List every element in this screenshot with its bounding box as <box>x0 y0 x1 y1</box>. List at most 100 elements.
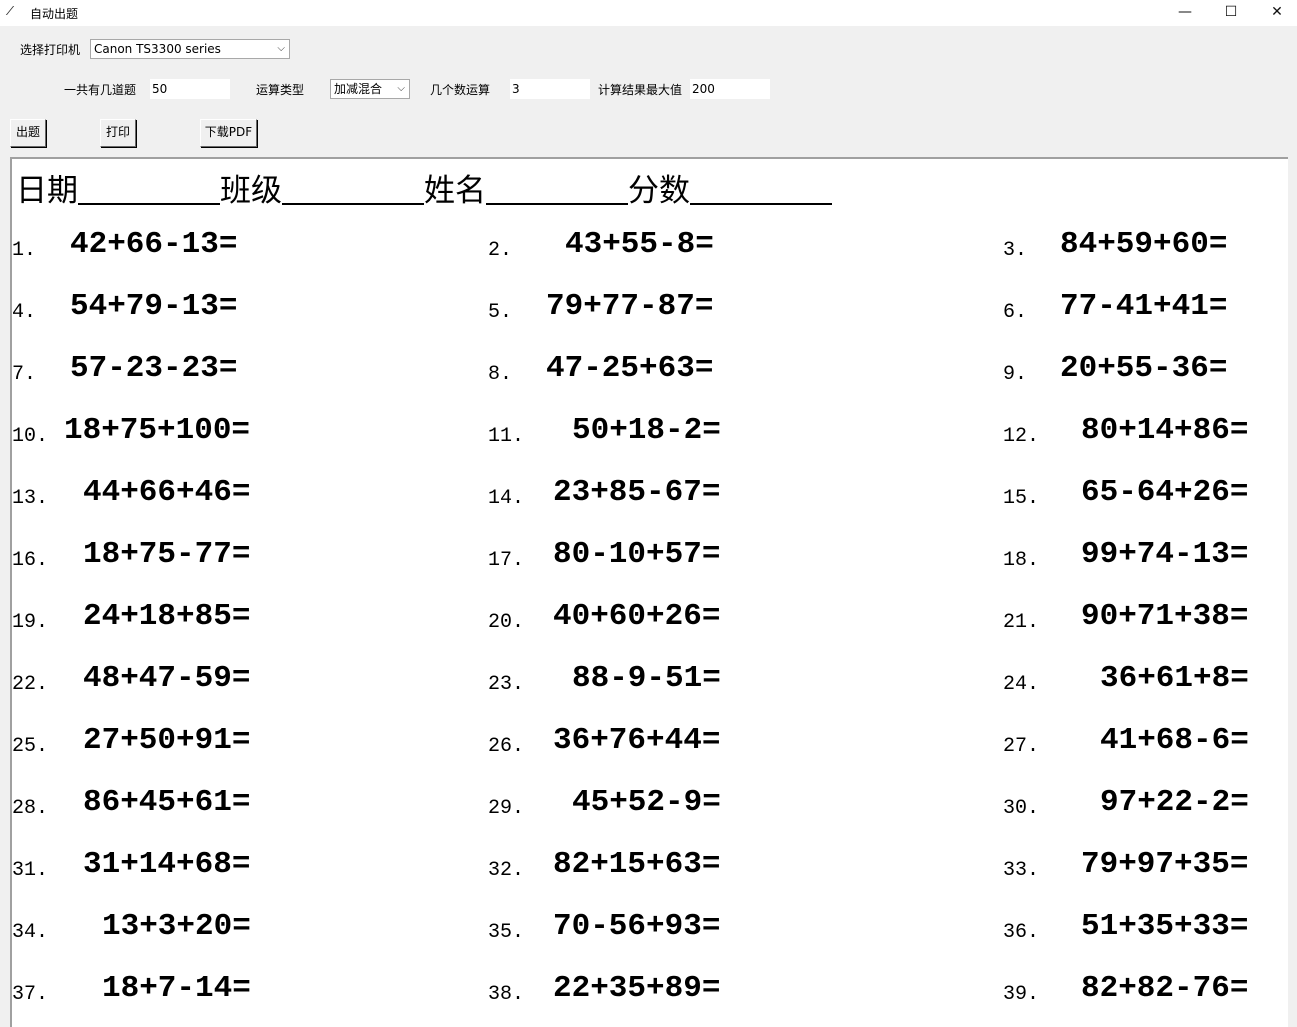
window-title: 自动出题 <box>30 7 79 21</box>
max-input[interactable]: 200 <box>690 79 770 99</box>
question-number: 39. <box>1003 983 1040 1006</box>
question-number: 28. <box>12 797 49 820</box>
question-expression: 18+75-77= <box>83 537 251 572</box>
question-expression: 99+74-13= <box>1081 537 1249 572</box>
question-number: 36. <box>1003 921 1040 944</box>
chevron-down-icon: ⌵ <box>277 43 285 54</box>
count-label: 一共有几道题 <box>64 83 137 97</box>
title-bar: ⁄ 自动出题 — ☐ ✕ <box>0 0 1297 26</box>
date-label: 日期 <box>16 173 78 209</box>
question-number: 12. <box>1003 425 1040 448</box>
question-number: 34. <box>12 921 49 944</box>
type-label: 运算类型 <box>256 83 305 97</box>
maximize-button[interactable]: ☐ <box>1208 0 1254 26</box>
question-expression: 51+35+33= <box>1081 909 1249 944</box>
question-number: 11. <box>488 425 525 448</box>
question-expression: 86+45+61= <box>83 785 251 820</box>
question-expression: 79+77-87= <box>546 289 714 324</box>
question-expression: 50+18-2= <box>572 413 721 448</box>
max-label: 计算结果最大值 <box>598 83 683 97</box>
question-number: 23. <box>488 673 525 696</box>
date-blank <box>78 173 220 205</box>
operands-label: 几个数运算 <box>430 83 491 97</box>
type-select[interactable]: 加减混合 ⌵ <box>330 79 410 99</box>
question-number: 16. <box>12 549 49 572</box>
question-number: 29. <box>488 797 525 820</box>
question-expression: 36+76+44= <box>553 723 721 758</box>
name-blank <box>486 173 628 205</box>
question-number: 24. <box>1003 673 1040 696</box>
score-label: 分数 <box>628 173 690 209</box>
question-expression: 18+7-14= <box>102 971 251 1006</box>
question-number: 30. <box>1003 797 1040 820</box>
question-number: 22. <box>12 673 49 696</box>
question-number: 4. <box>12 301 37 324</box>
question-number: 20. <box>488 611 525 634</box>
question-number: 1. <box>12 239 37 262</box>
worksheet-canvas: 日期 班级 姓名 分数 1. 42+66-13= 2. 43+55-8= 3. 84+59+60… <box>10 157 1288 1027</box>
question-expression: 82+82-76= <box>1081 971 1249 1006</box>
question-expression: 45+52-9= <box>572 785 721 820</box>
chevron-down-icon: ⌵ <box>397 83 405 94</box>
question-expression: 54+79-13= <box>70 289 238 324</box>
question-number: 13. <box>12 487 49 510</box>
question-number: 10. <box>12 425 49 448</box>
class-label: 班级 <box>220 173 282 209</box>
question-number: 8. <box>488 363 513 386</box>
question-number: 21. <box>1003 611 1040 634</box>
question-number: 37. <box>12 983 49 1006</box>
question-expression: 18+75+100= <box>64 413 251 448</box>
question-expression: 88-9-51= <box>572 661 721 696</box>
question-expression: 41+68-6= <box>1100 723 1249 758</box>
question-expression: 44+66+46= <box>83 475 251 510</box>
question-expression: 97+22-2= <box>1100 785 1249 820</box>
close-button[interactable]: ✕ <box>1254 0 1297 26</box>
question-expression: 20+55-36= <box>1060 351 1228 386</box>
question-expression: 40+60+26= <box>553 599 721 634</box>
question-expression: 57-23-23= <box>70 351 238 386</box>
question-expression: 79+97+35= <box>1081 847 1249 882</box>
question-number: 27. <box>1003 735 1040 758</box>
question-number: 14. <box>488 487 525 510</box>
question-number: 2. <box>488 239 513 262</box>
question-expression: 24+18+85= <box>83 599 251 634</box>
question-expression: 84+59+60= <box>1060 227 1228 262</box>
download-pdf-button[interactable]: 下载PDF <box>200 119 257 147</box>
question-expression: 48+47-59= <box>83 661 251 696</box>
question-expression: 31+14+68= <box>83 847 251 882</box>
type-select-value: 加减混合 <box>334 82 383 96</box>
operands-input[interactable]: 3 <box>510 79 590 99</box>
print-button[interactable]: 打印 <box>100 119 136 147</box>
question-expression: 47-25+63= <box>546 351 714 386</box>
question-number: 33. <box>1003 859 1040 882</box>
question-expression: 65-64+26= <box>1081 475 1249 510</box>
question-number: 26. <box>488 735 525 758</box>
question-number: 25. <box>12 735 49 758</box>
question-expression: 80+14+86= <box>1081 413 1249 448</box>
generate-button[interactable]: 出题 <box>10 119 46 147</box>
question-number: 9. <box>1003 363 1028 386</box>
count-input[interactable]: 50 <box>150 79 230 99</box>
question-number: 38. <box>488 983 525 1006</box>
question-number: 32. <box>488 859 525 882</box>
question-expression: 70-56+93= <box>553 909 721 944</box>
question-number: 15. <box>1003 487 1040 510</box>
feather-icon: ⁄ <box>9 4 12 18</box>
question-expression: 82+15+63= <box>553 847 721 882</box>
minimize-button[interactable]: — <box>1162 0 1208 26</box>
question-expression: 27+50+91= <box>83 723 251 758</box>
question-number: 19. <box>12 611 49 634</box>
question-expression: 36+61+8= <box>1100 661 1249 696</box>
printer-select[interactable]: Canon TS3300 series ⌵ <box>90 39 290 59</box>
question-number: 35. <box>488 921 525 944</box>
question-number: 7. <box>12 363 37 386</box>
question-expression: 23+85-67= <box>553 475 721 510</box>
name-label: 姓名 <box>424 173 486 209</box>
question-number: 3. <box>1003 239 1028 262</box>
question-expression: 80-10+57= <box>553 537 721 572</box>
score-blank <box>690 173 832 205</box>
question-number: 5. <box>488 301 513 324</box>
printer-label: 选择打印机 <box>20 43 81 57</box>
question-number: 6. <box>1003 301 1028 324</box>
worksheet-header: 日期 班级 姓名 分数 <box>16 165 832 210</box>
